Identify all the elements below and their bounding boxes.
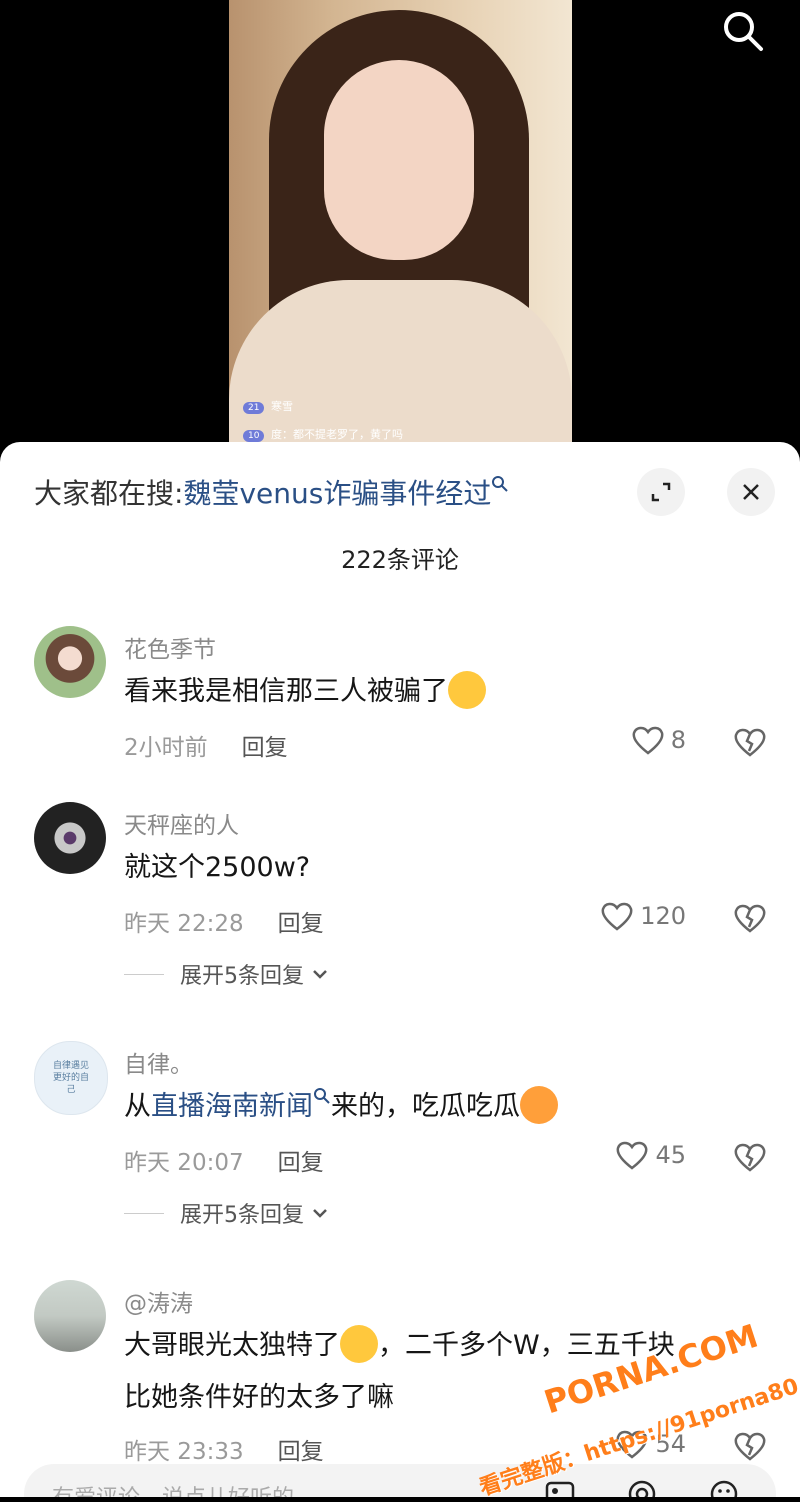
comment-input-placeholder[interactable]: 有爱评论，说点儿好听的 <box>52 1480 294 1497</box>
avatar[interactable]: 自律遇见更好的自己 <box>34 1041 108 1115</box>
avatar[interactable] <box>34 626 106 698</box>
comment-time: 昨天 20:07 <box>124 1150 244 1176</box>
live-stream-frame: 21 寒雪 10 度：都不提老罗了，黄了吗 <box>229 0 572 445</box>
video-player[interactable]: 21 寒雪 10 度：都不提老罗了，黄了吗 <box>0 0 800 460</box>
close-button[interactable] <box>727 468 775 516</box>
search-small-icon <box>314 1088 330 1104</box>
reply-button[interactable]: 回复 <box>278 1150 324 1176</box>
broken-heart-icon[interactable] <box>732 1139 768 1173</box>
expand-replies-button[interactable]: 展开5条回复 <box>124 958 330 990</box>
divider <box>124 973 164 975</box>
search-topic-link[interactable]: 魏莹venus诈骗事件经过 <box>183 477 491 510</box>
comment-meta: 昨天 23:33 回复 <box>124 1432 324 1466</box>
comment-meta: 昨天 20:07 回复 <box>124 1143 324 1177</box>
emoji-icon[interactable] <box>708 1478 740 1497</box>
broken-heart-icon[interactable] <box>732 1428 768 1462</box>
comment-text: 看来我是相信那三人被骗了 <box>124 666 486 718</box>
comment-author[interactable]: 天秤座的人 <box>124 806 239 840</box>
streamer-face <box>324 60 474 260</box>
chevron-down-icon <box>313 1209 327 1218</box>
comment-input-bar[interactable]: 有爱评论，说点儿好听的 <box>24 1464 776 1497</box>
reply-button[interactable]: 回复 <box>242 735 288 761</box>
comment-author[interactable]: @涛涛 <box>124 1284 193 1318</box>
comment-time: 昨天 23:33 <box>124 1439 244 1465</box>
laugh-cry-emoji <box>340 1324 378 1363</box>
comment-time: 2小时前 <box>124 735 208 761</box>
streamer-body <box>229 280 572 445</box>
avatar[interactable] <box>34 1280 106 1352</box>
at-icon[interactable] <box>626 1478 658 1497</box>
chat-message: 度：都不提老罗了，黄了吗 <box>270 428 403 441</box>
expand-icon <box>651 482 671 502</box>
comment-author[interactable]: 自律。 <box>124 1045 193 1079</box>
like-count: 45 <box>655 1141 686 1169</box>
comment-meta: 2小时前 回复 <box>124 728 288 762</box>
search-topic-prefix: 大家都在搜: <box>34 477 184 510</box>
heart-icon <box>616 1141 648 1170</box>
comment-count: 222条评论 <box>341 546 459 574</box>
like-count: 8 <box>670 726 686 754</box>
comment-meta: 昨天 22:28 回复 <box>124 904 324 938</box>
laugh-cry-emoji <box>448 670 486 709</box>
heart-icon <box>601 902 633 931</box>
fan-badge: 10 <box>243 430 265 442</box>
heart-icon <box>632 726 664 755</box>
like-button[interactable]: 8 <box>631 724 686 756</box>
comment-text-line2: 比她条件好的太多了嘛 <box>124 1382 394 1413</box>
search-topic-bar[interactable]: 大家都在搜:魏莹venus诈骗事件经过 <box>34 472 509 512</box>
comment-text: 大哥眼光太独特了 ，二千多个W，三五千块 <box>124 1320 675 1372</box>
like-button[interactable]: 45 <box>615 1139 686 1171</box>
chevron-down-icon <box>313 970 327 979</box>
like-button[interactable]: 120 <box>600 900 686 932</box>
reply-button[interactable]: 回复 <box>278 1439 324 1465</box>
heart-eyes-emoji <box>520 1085 558 1124</box>
comment-author[interactable]: 花色季节 <box>124 630 216 664</box>
divider <box>124 1212 164 1214</box>
avatar[interactable] <box>34 802 106 874</box>
comment-text: 就这个2500w? <box>124 852 311 883</box>
comment-time: 昨天 22:28 <box>124 911 244 937</box>
expand-button[interactable] <box>637 468 685 516</box>
chat-user: 寒雪 <box>270 400 293 413</box>
live-chat-line: 21 寒雪 <box>243 398 293 414</box>
reply-button[interactable]: 回复 <box>278 911 324 937</box>
comment-text: 从直播海南新闻 来的，吃瓜吃瓜 <box>124 1081 558 1133</box>
fan-badge: 21 <box>243 402 265 414</box>
live-chat-line: 10 度：都不提老罗了，黄了吗 <box>243 426 403 442</box>
broken-heart-icon[interactable] <box>732 724 768 758</box>
close-icon <box>743 484 759 500</box>
topic-link[interactable]: 直播海南新闻 <box>151 1091 313 1122</box>
expand-replies-button[interactable]: 展开5条回复 <box>124 1197 330 1229</box>
search-icon[interactable] <box>718 6 766 54</box>
search-small-icon <box>492 475 509 492</box>
like-count: 120 <box>640 902 686 930</box>
broken-heart-icon[interactable] <box>732 900 768 934</box>
